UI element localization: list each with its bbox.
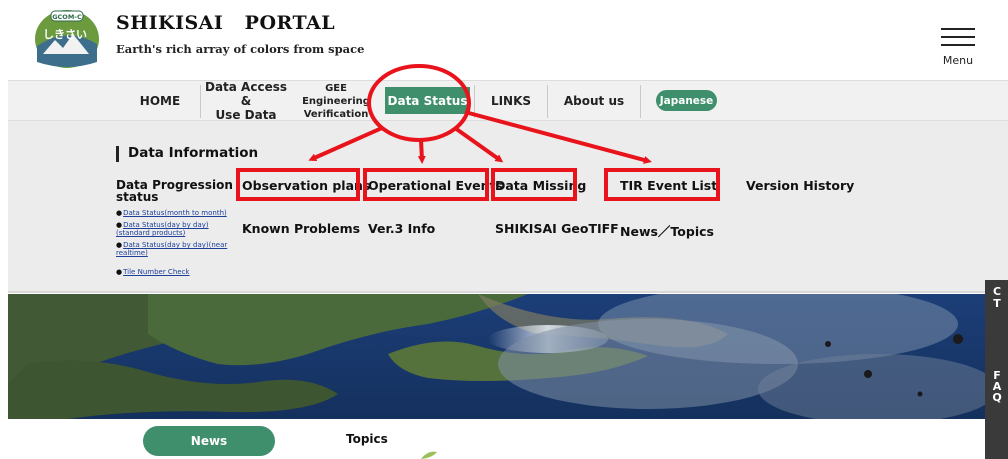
hamburger-icon: [941, 44, 975, 46]
nav-divider: [640, 85, 641, 118]
site-header: GCOM-C しきさい SHIKISAI PORTAL Earth's rich…: [0, 0, 1008, 80]
tab-topics[interactable]: Topics: [346, 432, 388, 446]
nav-home[interactable]: HOME: [120, 81, 200, 121]
tab-news[interactable]: News: [143, 426, 275, 456]
observation-plans-link[interactable]: Observation plans: [242, 178, 370, 193]
satellite-hero-image: [8, 294, 986, 419]
nav-data-status[interactable]: Data Status: [385, 87, 470, 114]
ver3-info-link[interactable]: Ver.3 Info: [368, 221, 435, 236]
side-tab[interactable]: C T F A Q: [985, 280, 1008, 459]
menu-button[interactable]: Menu: [935, 26, 981, 70]
language-toggle[interactable]: Japanese: [656, 90, 717, 111]
sub-link-text: Data Status(day by day)(near: [123, 241, 228, 249]
nav-gee[interactable]: GEE Engineering Verification: [291, 81, 381, 121]
main-nav: HOME Data Access & Use Data GEE Engineer…: [8, 80, 1008, 122]
faq-text-3: Q: [992, 391, 1002, 404]
sub-link-text: Data Status(month to month): [123, 209, 227, 217]
site-title[interactable]: SHIKISAI PORTAL: [116, 12, 335, 34]
logo-badge: GCOM-C: [52, 13, 82, 21]
language-label: Japanese: [659, 94, 714, 107]
known-problems-link[interactable]: Known Problems: [242, 221, 360, 236]
nav-data-access-label: Data Access &: [204, 80, 287, 108]
nav-links[interactable]: LINKS: [475, 81, 547, 121]
side-tab-text-1: C: [992, 285, 1002, 298]
data-progression-link[interactable]: Data Progression status: [116, 179, 233, 203]
nav-data-access[interactable]: Data Access & Use Data: [201, 80, 291, 122]
data-status-dropdown: Data Information Data Progression status…: [8, 121, 1008, 293]
nav-gee-label-2: Verification: [303, 108, 369, 120]
nav-about[interactable]: About us: [548, 81, 640, 121]
leaf-icon: [421, 451, 437, 459]
bullet-icon: ●: [116, 209, 123, 217]
site-subtitle: Earth's rich array of colors from space: [116, 42, 365, 56]
nav-data-status-label: Data Status: [387, 93, 468, 108]
sub-link-text: (standard products): [116, 229, 186, 237]
tile-number-check-link[interactable]: ●Tile Number Check: [116, 268, 236, 276]
version-history-link[interactable]: Version History: [746, 178, 854, 193]
sub-link-text: Tile Number Check: [123, 268, 190, 276]
sub-link-text: Data Status(day by day): [123, 221, 209, 229]
operational-events-link[interactable]: Operational Events: [368, 178, 503, 193]
menu-label: Menu: [942, 54, 974, 67]
hamburger-icon: [941, 36, 975, 38]
dropdown-heading: Data Information: [116, 145, 258, 162]
data-status-day-standard-link[interactable]: ●Data Status(day by day) (standard produ…: [116, 221, 236, 237]
tir-event-list-link[interactable]: TIR Event List: [620, 178, 717, 193]
side-tab-text-2: T: [993, 297, 1001, 310]
nav-links-label: LINKS: [490, 94, 532, 108]
news-topics-link[interactable]: News／Topics: [620, 221, 714, 240]
bullet-icon: ●: [116, 241, 123, 249]
bullet-icon: ●: [116, 221, 123, 229]
data-missing-link[interactable]: Data Missing: [495, 178, 586, 193]
nav-gee-label: GEE Engineering: [302, 82, 370, 107]
data-status-day-nrt-link[interactable]: ●Data Status(day by day)(near realtime): [116, 241, 236, 257]
nav-about-label: About us: [563, 94, 625, 108]
logo-text: しきさい: [43, 28, 87, 41]
data-progression-label-2: status: [116, 190, 159, 204]
sub-link-text: realtime): [116, 249, 148, 257]
nav-home-label: HOME: [139, 94, 181, 108]
tab-news-label: News: [190, 434, 228, 448]
geotiff-link[interactable]: SHIKISAI GeoTIFF: [495, 221, 619, 236]
shikisai-logo-icon[interactable]: GCOM-C しきさい: [33, 6, 101, 70]
data-status-month-link[interactable]: ●Data Status(month to month): [116, 209, 236, 217]
hamburger-icon: [941, 28, 975, 30]
bullet-icon: ●: [116, 268, 123, 276]
nav-data-access-label-2: Use Data: [215, 108, 277, 122]
